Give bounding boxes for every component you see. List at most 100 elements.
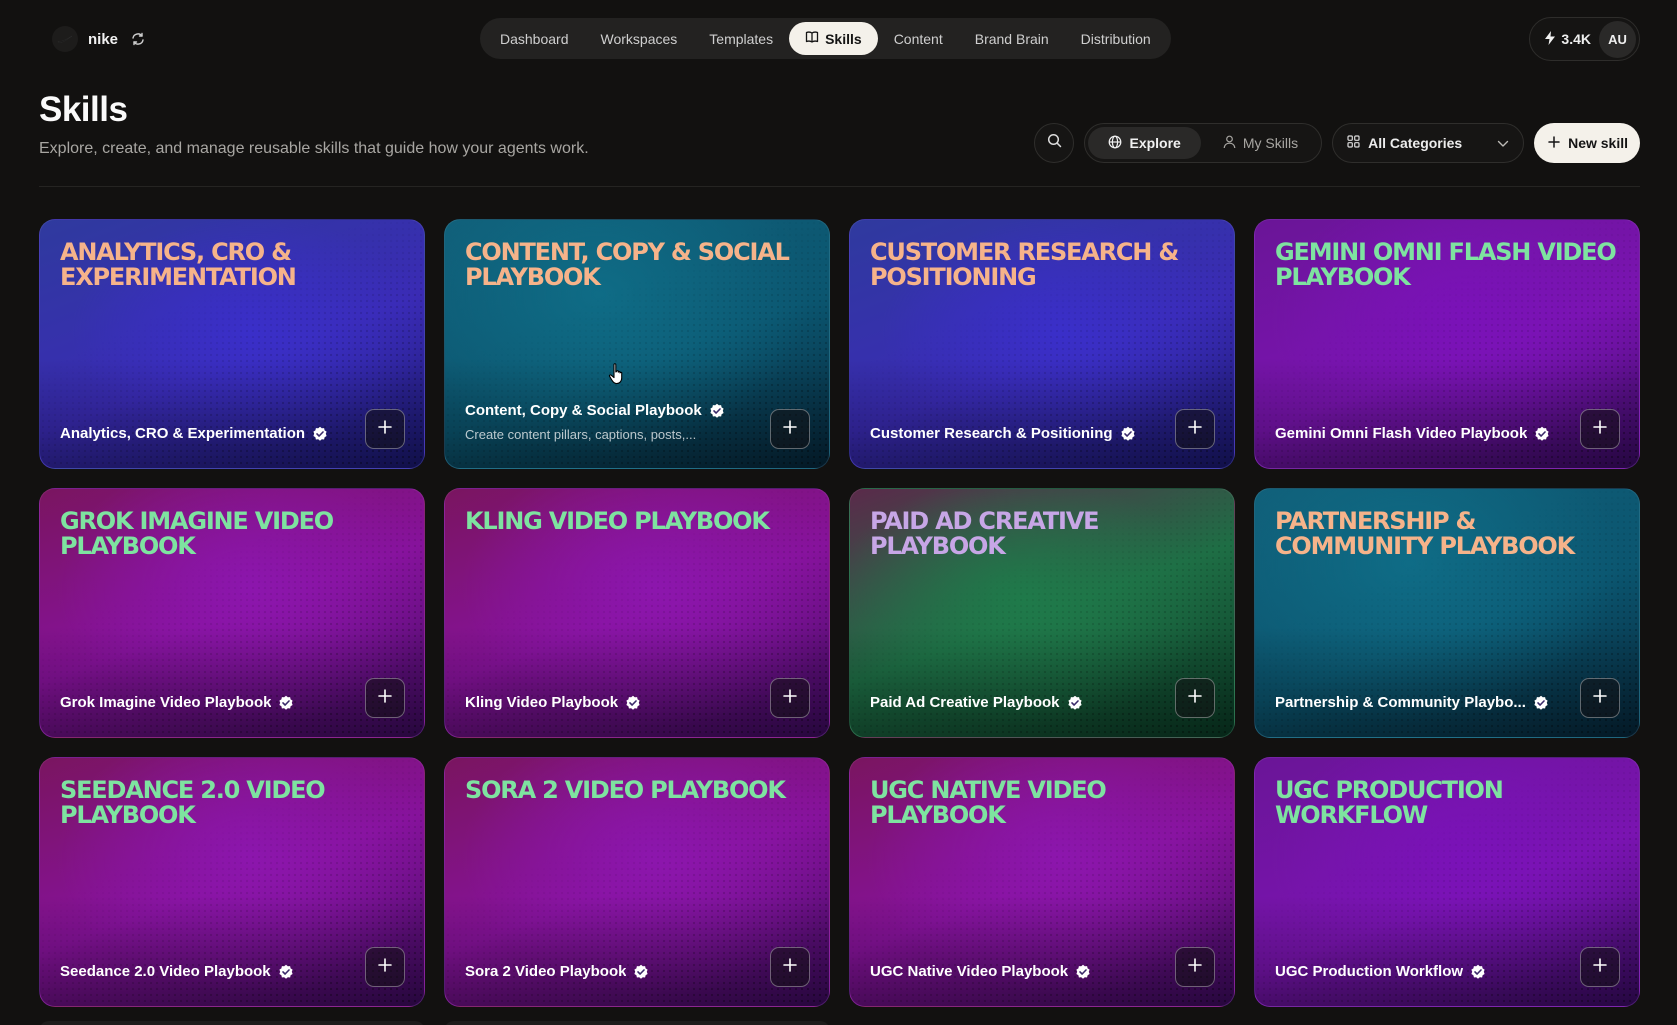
add-skill-button[interactable] <box>1580 678 1620 718</box>
skill-name-text: Partnership & Community Playbo... <box>1275 694 1526 711</box>
tab-explore[interactable]: Explore <box>1088 127 1201 159</box>
skill-card-8[interactable]: PARTNERSHIP & COMMUNITY PLAYBOOK Partner… <box>1254 488 1640 738</box>
new-skill-label: New skill <box>1568 135 1628 151</box>
add-skill-button[interactable] <box>1175 947 1215 987</box>
plus-icon <box>1188 688 1202 708</box>
skill-card-name: Seedance 2.0 Video Playbook <box>60 963 352 980</box>
avatar[interactable]: AU <box>1599 20 1636 58</box>
nav-workspaces[interactable]: Workspaces <box>585 22 694 55</box>
add-skill-button[interactable] <box>1580 409 1620 449</box>
nav-label: Workspaces <box>600 30 678 47</box>
verified-badge-icon <box>278 695 294 711</box>
skill-card-footer: Seedance 2.0 Video Playbook <box>60 963 352 980</box>
skill-card-title: KLING VIDEO PLAYBOOK <box>465 507 770 535</box>
skill-card-footer: UGC Production Workflow <box>1275 963 1567 980</box>
nav-skills[interactable]: Skills <box>789 22 878 55</box>
skill-card-2[interactable]: CONTENT, COPY & SOCIAL PLAYBOOK Content,… <box>444 219 830 469</box>
verified-badge-icon <box>633 964 649 980</box>
skill-name-text: Kling Video Playbook <box>465 694 619 711</box>
skill-name-text: UGC Native Video Playbook <box>870 963 1069 980</box>
skill-card-name: Grok Imagine Video Playbook <box>60 694 352 711</box>
main-nav: Dashboard Workspaces Templates Skills Co… <box>480 18 1171 59</box>
add-skill-button[interactable] <box>1175 409 1215 449</box>
nav-label: Templates <box>709 30 774 47</box>
skill-card-name: Customer Research & Positioning <box>870 425 1162 442</box>
skill-card-name: Sora 2 Video Playbook <box>465 963 757 980</box>
skill-card-footer: Grok Imagine Video Playbook <box>60 694 352 711</box>
nav-content[interactable]: Content <box>878 22 959 55</box>
skill-name-text: Gemini Omni Flash Video Playbook <box>1275 425 1528 442</box>
workspace-name: nike <box>88 30 119 48</box>
nav-label: Skills <box>825 30 862 47</box>
top-bar: nike Dashboard Workspaces Templates Skil… <box>0 0 1677 76</box>
add-skill-button[interactable] <box>1580 947 1620 987</box>
add-skill-button[interactable] <box>770 678 810 718</box>
add-skill-button[interactable] <box>1175 678 1215 718</box>
skill-card-footer: Sora 2 Video Playbook <box>465 963 757 980</box>
add-skill-button[interactable] <box>365 678 405 718</box>
verified-badge-icon <box>1120 426 1136 442</box>
nav-label: Content <box>893 30 943 47</box>
skill-name-text: Grok Imagine Video Playbook <box>60 694 272 711</box>
account-area: 3.4K AU <box>1529 17 1640 61</box>
add-skill-button[interactable] <box>770 947 810 987</box>
credits-button[interactable]: 3.4K <box>1544 30 1591 48</box>
skill-card-footer: Content, Copy & Social Playbook Create c… <box>465 402 757 442</box>
nav-distribution[interactable]: Distribution <box>1065 22 1167 55</box>
skill-card-title: CUSTOMER RESEARCH & POSITIONING <box>870 238 1179 291</box>
workspace-switcher[interactable]: nike <box>52 26 146 52</box>
plus-icon <box>783 688 797 708</box>
skill-name-text: Analytics, CRO & Experimentation <box>60 425 306 442</box>
skill-card-4[interactable]: GEMINI OMNI FLASH VIDEO PLAYBOOK Gemini … <box>1254 219 1640 469</box>
skills-grid: ANALYTICS, CRO & EXPERIMENTATION Analyti… <box>39 219 1640 1007</box>
search-icon <box>1047 133 1062 153</box>
add-skill-button[interactable] <box>770 409 810 449</box>
skill-card-3[interactable]: CUSTOMER RESEARCH & POSITIONING Customer… <box>849 219 1235 469</box>
skill-card-9[interactable]: SEEDANCE 2.0 VIDEO PLAYBOOK Seedance 2.0… <box>39 757 425 1007</box>
add-skill-button[interactable] <box>365 409 405 449</box>
verified-badge-icon <box>1075 964 1091 980</box>
search-button[interactable] <box>1034 123 1075 163</box>
skill-card-footer: Gemini Omni Flash Video Playbook <box>1275 425 1567 442</box>
skill-card-title: ANALYTICS, CRO & EXPERIMENTATION <box>60 238 297 291</box>
skill-card-7[interactable]: PAID AD CREATIVE PLAYBOOK Paid Ad Creati… <box>849 488 1235 738</box>
skill-card-12[interactable]: UGC PRODUCTION WORKFLOW UGC Production W… <box>1254 757 1640 1007</box>
plus-icon <box>783 957 797 977</box>
skill-card-6[interactable]: KLING VIDEO PLAYBOOK Kling Video Playboo… <box>444 488 830 738</box>
skill-name-text: Content, Copy & Social Playbook <box>465 402 702 419</box>
skill-card-footer: Paid Ad Creative Playbook <box>870 694 1162 711</box>
skill-card-footer: Partnership & Community Playbo... <box>1275 694 1567 711</box>
credits-value: 3.4K <box>1561 31 1591 47</box>
skill-card-name: Content, Copy & Social Playbook <box>465 402 757 419</box>
skill-card-footer: Analytics, CRO & Experimentation <box>60 425 352 442</box>
nav-templates[interactable]: Templates <box>693 22 789 55</box>
globe-icon <box>1108 135 1122 152</box>
skills-controls: Explore My Skills All Categories New ski… <box>1034 123 1640 163</box>
tab-my-skills[interactable]: My Skills <box>1203 127 1318 159</box>
plus-icon <box>1593 957 1607 977</box>
skill-card-description: Create content pillars, captions, posts,… <box>465 427 697 442</box>
skill-card-5[interactable]: GROK IMAGINE VIDEO PLAYBOOK Grok Imagine… <box>39 488 425 738</box>
nav-brand-brain[interactable]: Brand Brain <box>959 22 1065 55</box>
skill-card-footer: Kling Video Playbook <box>465 694 757 711</box>
verified-badge-icon <box>1067 695 1083 711</box>
skill-card-10[interactable]: SORA 2 VIDEO PLAYBOOK Sora 2 Video Playb… <box>444 757 830 1007</box>
skill-card-1[interactable]: ANALYTICS, CRO & EXPERIMENTATION Analyti… <box>39 219 425 469</box>
skill-card-name: Paid Ad Creative Playbook <box>870 694 1162 711</box>
brand-logo-icon <box>52 26 78 52</box>
lightning-icon <box>1544 30 1556 48</box>
skill-card-title: SORA 2 VIDEO PLAYBOOK <box>465 776 786 804</box>
switch-workspace-icon[interactable] <box>130 31 146 47</box>
skill-card-11[interactable]: UGC NATIVE VIDEO PLAYBOOK UGC Native Vid… <box>849 757 1235 1007</box>
skill-card-name: Gemini Omni Flash Video Playbook <box>1275 425 1567 442</box>
view-toggle: Explore My Skills <box>1084 123 1323 163</box>
category-dropdown[interactable]: All Categories <box>1332 123 1525 163</box>
add-skill-button[interactable] <box>365 947 405 987</box>
chevron-down-icon <box>1497 135 1509 151</box>
verified-badge-icon <box>1533 695 1549 711</box>
verified-badge-icon <box>1470 964 1486 980</box>
tab-label: Explore <box>1129 135 1181 151</box>
new-skill-button[interactable]: New skill <box>1534 123 1640 163</box>
nav-dashboard[interactable]: Dashboard <box>484 22 585 55</box>
skill-card-title: UGC PRODUCTION WORKFLOW <box>1275 776 1504 829</box>
